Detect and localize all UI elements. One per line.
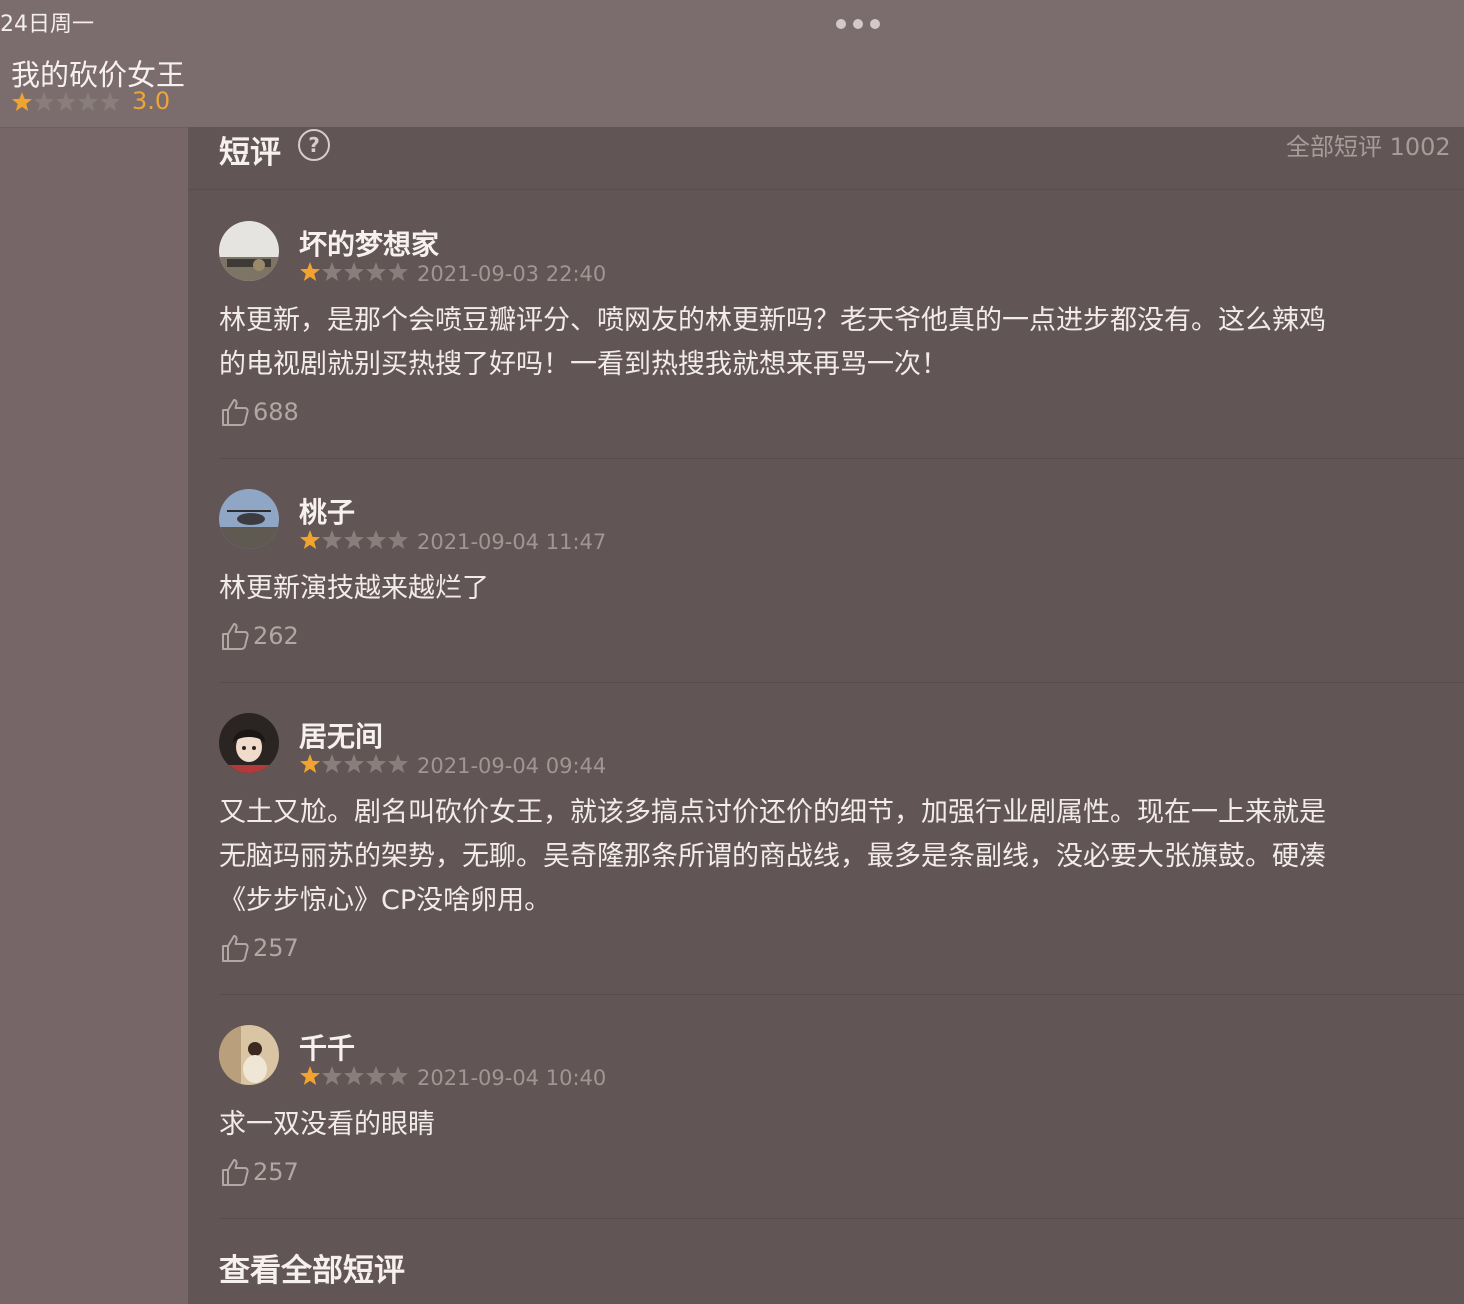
- like-count: 688: [253, 398, 299, 426]
- review-text: 又土又尬。剧名叫砍价女王，就该多搞点讨价还价的细节，加强行业剧属性。现在一上来就…: [219, 791, 1464, 923]
- review-date: 2021-09-04 10:40: [417, 1066, 607, 1090]
- review-text-line: 林更新，是那个会喷豆瓣评分、喷网友的林更新吗？老天爷他真的一点进步都没有。这么辣…: [219, 305, 1326, 336]
- review-username[interactable]: 千千: [299, 1027, 355, 1067]
- help-icon[interactable]: ?: [298, 129, 330, 161]
- divider: [219, 994, 1464, 995]
- review-text-line: 又土又尬。剧名叫砍价女王，就该多搞点讨价还价的细节，加强行业剧属性。现在一上来就…: [219, 797, 1326, 828]
- review-star-rating: [299, 753, 409, 775]
- review-text: 求一双没看的眼睛: [219, 1103, 1464, 1147]
- all-reviews-count-link[interactable]: 全部短评 1002: [1286, 127, 1451, 162]
- view-all-reviews-link[interactable]: 查看全部短评: [219, 1245, 405, 1290]
- rating-stars-icon: [12, 92, 120, 111]
- review-username[interactable]: 桃子: [299, 491, 355, 531]
- divider: [219, 1218, 1464, 1219]
- header-star-rating: [11, 88, 121, 116]
- like-button[interactable]: 257: [219, 1155, 299, 1189]
- review-text-line: 林更新演技越来越烂了: [219, 573, 489, 604]
- multitasking-dots-icon[interactable]: [836, 18, 880, 30]
- rating-stars-icon: [300, 754, 408, 773]
- divider: [219, 458, 1464, 459]
- avatar[interactable]: [219, 489, 279, 549]
- review-text-line: 求一双没看的眼睛: [219, 1109, 435, 1140]
- like-button[interactable]: 688: [219, 395, 299, 429]
- header-rating-value: 3.0: [132, 87, 171, 115]
- avatar[interactable]: [219, 713, 279, 773]
- thumbs-up-icon: [222, 623, 249, 650]
- review-text-line: 《步步惊心》CP没啥卵用。: [219, 885, 552, 916]
- review-star-rating: [299, 261, 409, 283]
- review-username[interactable]: 坏的梦想家: [299, 223, 439, 263]
- review-date: 2021-09-04 09:44: [417, 754, 607, 778]
- avatar[interactable]: [219, 1025, 279, 1085]
- avatar[interactable]: [219, 221, 279, 281]
- section-title: 短评: [219, 135, 281, 171]
- review-text: 林更新，是那个会喷豆瓣评分、喷网友的林更新吗？老天爷他真的一点进步都没有。这么辣…: [219, 299, 1464, 387]
- like-count: 262: [253, 622, 299, 650]
- rating-stars-icon: [300, 262, 408, 281]
- thumbs-up-icon: [222, 1159, 249, 1186]
- rating-stars-icon: [300, 1066, 408, 1085]
- review-text: 林更新演技越来越烂了: [219, 567, 1464, 611]
- review-date: 2021-09-04 11:47: [417, 530, 607, 554]
- like-button[interactable]: 257: [219, 931, 299, 965]
- divider: [219, 682, 1464, 683]
- thumbs-up-icon: [222, 935, 249, 962]
- review-star-rating: [299, 1065, 409, 1087]
- like-count: 257: [253, 1158, 299, 1186]
- review-username[interactable]: 居无间: [299, 715, 383, 755]
- rating-stars-icon: [300, 530, 408, 549]
- review-star-rating: [299, 529, 409, 551]
- status-bar-date: 24日周一: [0, 12, 94, 37]
- thumbs-up-icon: [222, 399, 249, 426]
- review-date: 2021-09-03 22:40: [417, 262, 607, 286]
- divider: [188, 189, 1464, 190]
- like-button[interactable]: 262: [219, 619, 299, 653]
- review-text-line: 无脑玛丽苏的架势，无聊。吴奇隆那条所谓的商战线，最多是条副线，没必要大张旗鼓。硬…: [219, 841, 1326, 872]
- short-reviews-panel: 短评 ? 全部短评 1002 坏的梦想家 2021-09-03 22:40 林更…: [188, 127, 1464, 1304]
- app-header: 我的砍价女王 3.0: [0, 0, 1464, 128]
- like-count: 257: [253, 934, 299, 962]
- review-text-line: 的电视剧就别买热搜了好吗！一看到热搜我就想来再骂一次！: [219, 349, 948, 380]
